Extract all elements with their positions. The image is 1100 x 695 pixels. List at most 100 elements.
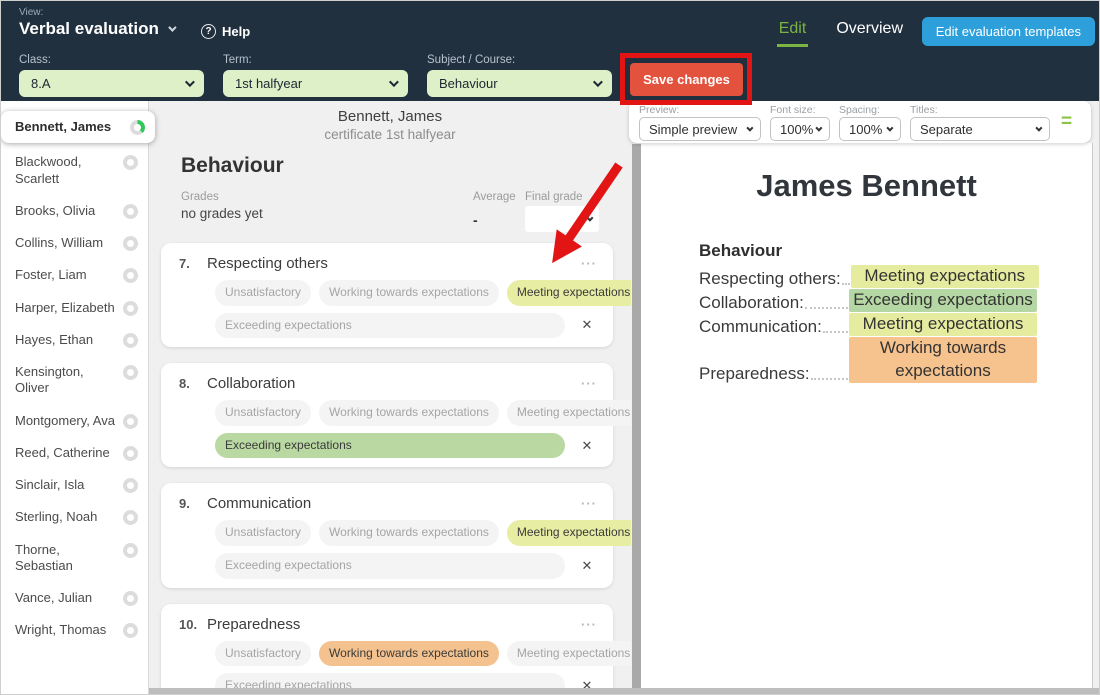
- grade-option-chip[interactable]: Exceeding expectations: [215, 553, 565, 579]
- criterion-header: 10. Preparedness ···: [171, 615, 597, 634]
- class-label: Class:: [19, 54, 204, 66]
- preview-menu-icon[interactable]: =: [1061, 111, 1072, 133]
- progress-ring-icon: [123, 414, 138, 429]
- grade-option-chip[interactable]: Exceeding expectations: [215, 433, 565, 459]
- student-name: Hayes, Ethan: [15, 332, 93, 348]
- clear-selection-icon[interactable]: ✕: [577, 558, 597, 574]
- editor-subject-title: Behaviour: [181, 154, 631, 178]
- clear-selection-icon[interactable]: ✕: [577, 678, 597, 688]
- criterion-card: 8. Collaboration ··· Unsatisfactory Work…: [161, 363, 613, 467]
- term-select-value: 1st halfyear: [235, 76, 302, 91]
- dotted-leader: [805, 307, 848, 309]
- criterion-title: Preparedness: [207, 616, 300, 633]
- grade-option-chip[interactable]: Meeting expectations: [507, 641, 631, 667]
- grade-option-chip[interactable]: Unsatisfactory: [215, 400, 311, 426]
- more-options-icon[interactable]: ···: [581, 376, 597, 391]
- student-name: Kensington, Oliver: [15, 364, 117, 397]
- average-value: -: [473, 212, 525, 228]
- grade-option-chip[interactable]: Meeting expectations: [507, 280, 631, 306]
- student-sidebar: Bennett, James Blackwood, Scarlett Brook…: [1, 101, 149, 694]
- progress-ring-icon: [123, 591, 138, 606]
- subject-select-value: Behaviour: [439, 76, 498, 91]
- grade-option-chip[interactable]: Unsatisfactory: [215, 520, 311, 546]
- final-grade-select[interactable]: [525, 206, 599, 232]
- average-label: Average: [473, 191, 525, 203]
- more-options-icon[interactable]: ···: [581, 617, 597, 632]
- student-name: Montgomery, Ava: [15, 413, 115, 429]
- help-label: Help: [222, 24, 250, 39]
- grade-option-chip[interactable]: Unsatisfactory: [215, 641, 311, 667]
- chevron-down-icon: [746, 124, 753, 131]
- titles-select[interactable]: Separate: [910, 117, 1050, 141]
- student-list-item[interactable]: Kensington, Oliver: [1, 356, 148, 405]
- grade-option-chip[interactable]: Working towards expectations: [319, 280, 499, 306]
- term-field: Term: 1st halfyear: [223, 54, 408, 97]
- criterion-header: 7. Respecting others ···: [171, 254, 597, 273]
- student-list-item[interactable]: Reed, Catherine: [1, 437, 148, 469]
- student-list-item[interactable]: Montgomery, Ava: [1, 405, 148, 437]
- preview-scrollbar[interactable]: [632, 144, 641, 689]
- criterion-number: 10.: [171, 617, 207, 632]
- student-list-item[interactable]: Brooks, Olivia: [1, 195, 148, 227]
- grade-option-chip[interactable]: Unsatisfactory: [215, 280, 311, 306]
- student-list-item[interactable]: Collins, William: [1, 227, 148, 259]
- grade-option-chip[interactable]: Exceeding expectations: [215, 673, 565, 688]
- progress-ring-icon: [123, 478, 138, 493]
- student-name: Wright, Thomas: [15, 622, 106, 638]
- student-list-item[interactable]: Harper, Elizabeth: [1, 292, 148, 324]
- preview-row-label: Communication:: [699, 317, 822, 337]
- student-list-item[interactable]: Hayes, Ethan: [1, 324, 148, 356]
- progress-ring-icon: [123, 268, 138, 283]
- chevron-down-icon: [185, 77, 195, 87]
- titles-label: Titles:: [910, 104, 1050, 116]
- preview-student-title: James Bennett: [641, 168, 1092, 204]
- student-list-item[interactable]: Wright, Thomas: [1, 614, 148, 646]
- help-button[interactable]: ? Help: [201, 24, 250, 39]
- student-list-item[interactable]: Bennett, James: [1, 111, 155, 143]
- student-list-item[interactable]: Foster, Liam: [1, 259, 148, 291]
- help-icon: ?: [201, 24, 216, 39]
- subject-select[interactable]: Behaviour: [427, 70, 612, 97]
- clear-selection-icon[interactable]: ✕: [577, 438, 597, 454]
- titles-group: Titles: Separate: [910, 104, 1050, 140]
- chevron-down-icon: [593, 77, 603, 87]
- student-list-item[interactable]: Sterling, Noah: [1, 501, 148, 533]
- criterion-number: 8.: [171, 376, 207, 391]
- preview-grade-row: Preparedness: Working towards expectatio…: [699, 337, 1037, 384]
- grade-option-chip[interactable]: Meeting expectations: [507, 400, 631, 426]
- tab-overview[interactable]: Overview: [836, 20, 903, 38]
- student-list-item[interactable]: Sinclair, Isla: [1, 469, 148, 501]
- class-select[interactable]: 8.A: [19, 70, 204, 97]
- spacing-select[interactable]: 100%: [839, 117, 901, 141]
- grade-option-chip[interactable]: Working towards expectations: [319, 520, 499, 546]
- more-options-icon[interactable]: ···: [581, 256, 597, 271]
- grade-option-chip[interactable]: Working towards expectations: [319, 400, 499, 426]
- grade-option-chip[interactable]: Meeting expectations: [507, 520, 631, 546]
- bottom-scrollbar[interactable]: [149, 688, 1099, 694]
- grade-option-chip[interactable]: Working towards expectations: [319, 641, 499, 667]
- preview-grade-row: Respecting others: Meeting expectations: [699, 265, 1037, 289]
- tab-edit[interactable]: Edit: [779, 20, 807, 38]
- view-dropdown[interactable]: Verbal evaluation: [19, 19, 174, 39]
- spacing-value: 100%: [849, 122, 882, 137]
- evaluation-editor: Bennett, James certificate 1st halfyear …: [149, 101, 631, 688]
- dotted-leader: [842, 283, 850, 285]
- view-switcher[interactable]: View: Verbal evaluation: [19, 7, 174, 39]
- save-changes-button[interactable]: Save changes: [630, 63, 743, 96]
- progress-ring-icon: [123, 155, 138, 170]
- edit-templates-button[interactable]: Edit evaluation templates: [922, 17, 1095, 46]
- term-select[interactable]: 1st halfyear: [223, 70, 408, 97]
- student-list-item[interactable]: Vance, Julian: [1, 582, 148, 614]
- clear-selection-icon[interactable]: ✕: [577, 317, 597, 333]
- subject-label: Subject / Course:: [427, 54, 612, 66]
- grade-option-chip[interactable]: Exceeding expectations: [215, 313, 565, 339]
- titles-value: Separate: [920, 122, 973, 137]
- criterion-header: 8. Collaboration ···: [171, 374, 597, 393]
- spacing-group: Spacing: 100%: [839, 104, 901, 140]
- student-list-item[interactable]: Blackwood, Scarlett: [1, 146, 148, 195]
- preview-mode-select[interactable]: Simple preview: [639, 117, 761, 141]
- font-size-select[interactable]: 100%: [770, 117, 830, 141]
- student-list-item[interactable]: Thorne, Sebastian: [1, 534, 148, 583]
- more-options-icon[interactable]: ···: [581, 496, 597, 511]
- option-chips-row: Unsatisfactory Working towards expectati…: [215, 520, 597, 546]
